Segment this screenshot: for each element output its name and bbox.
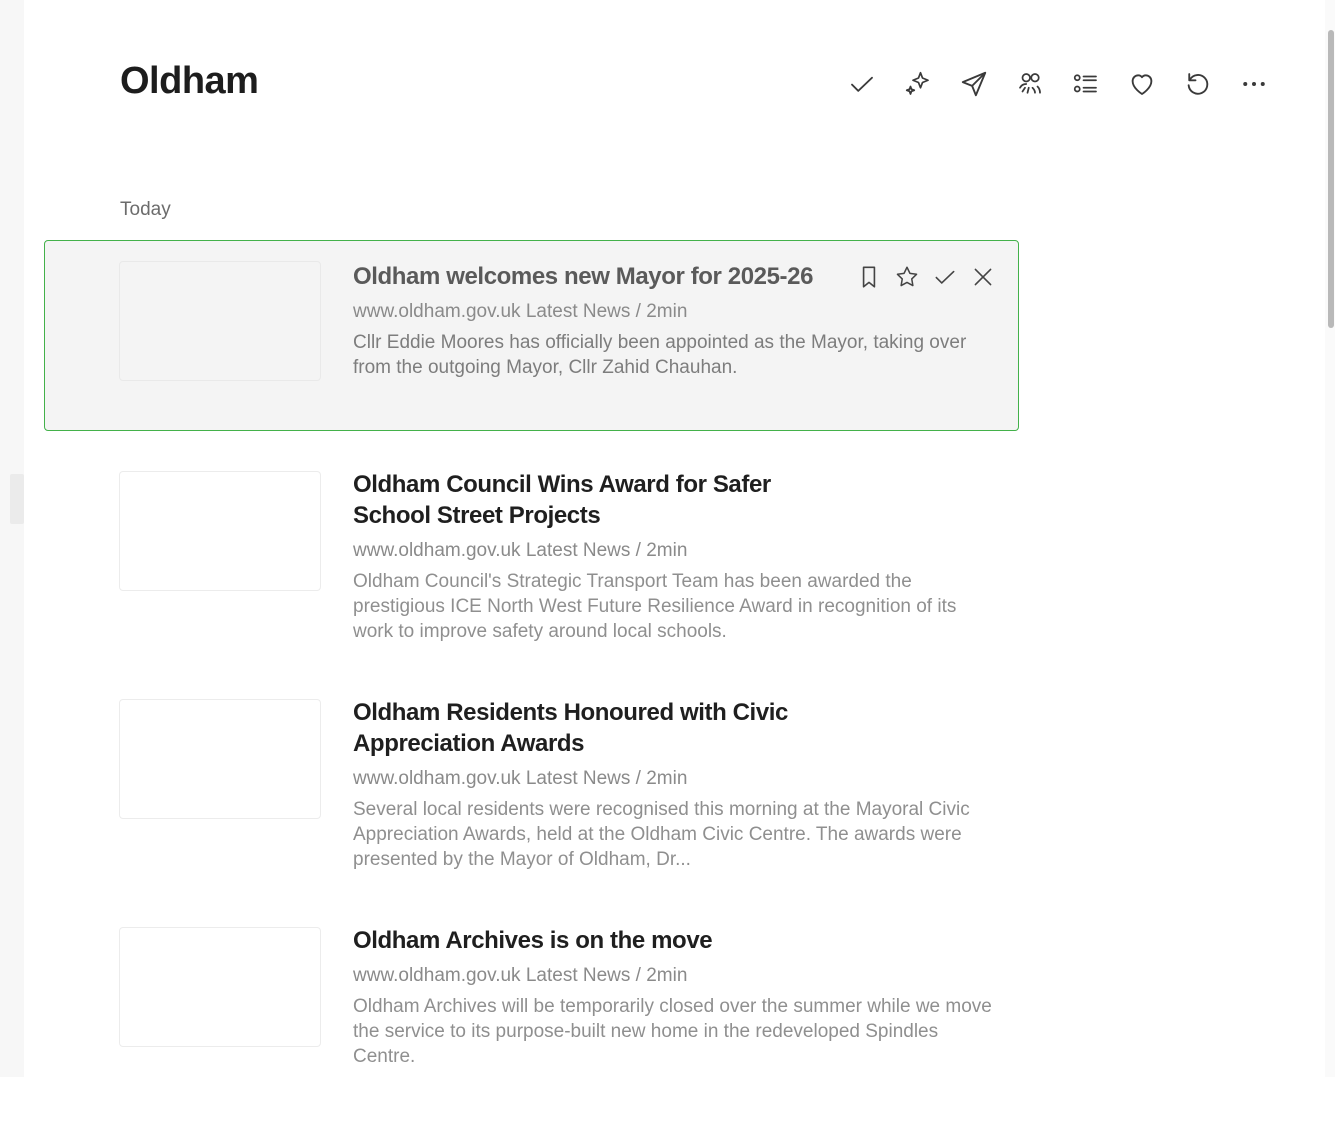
check-icon[interactable] [846, 64, 878, 104]
vertical-scrollbar[interactable] [1325, 0, 1335, 1077]
left-rail [0, 0, 24, 1077]
send-icon[interactable] [958, 64, 990, 104]
article-thumbnail [119, 471, 321, 591]
article-actions [853, 261, 999, 293]
article-meta: www.oldham.gov.uk Latest News / 2min [353, 540, 688, 561]
sidebar-resize-handle[interactable] [10, 474, 24, 524]
article-content: Oldham Council Wins Award for Safer Scho… [353, 469, 1003, 644]
close-icon[interactable] [967, 261, 999, 293]
article-thumbnail [119, 927, 321, 1047]
refresh-icon[interactable] [1182, 64, 1214, 104]
article-title[interactable]: Oldham Council Wins Award for Safer Scho… [353, 469, 823, 531]
article-title[interactable]: Oldham Residents Honoured with Civic App… [353, 697, 823, 759]
article-title[interactable]: Oldham welcomes new Mayor for 2025-26 [353, 261, 823, 292]
more-icon[interactable] [1238, 64, 1270, 104]
people-icon[interactable] [1014, 64, 1046, 104]
article-summary: Oldham Council's Strategic Transport Tea… [353, 571, 957, 642]
article-meta: www.oldham.gov.uk Latest News / 2min [353, 301, 688, 322]
article-meta: www.oldham.gov.uk Latest News / 2min [353, 768, 688, 789]
article-meta: www.oldham.gov.uk Latest News / 2min [353, 965, 688, 986]
article-thumbnail [119, 699, 321, 819]
feed-toolbar [846, 64, 1270, 104]
article-content: Oldham Residents Honoured with Civic App… [353, 697, 1003, 872]
article-content: Oldham Archives is on the move www.oldha… [353, 925, 1003, 1069]
article-summary: Cllr Eddie Moores has officially been ap… [353, 332, 967, 378]
article-thumbnail [119, 261, 321, 381]
section-label-today: Today [120, 199, 171, 220]
article-title[interactable]: Oldham Archives is on the move [353, 925, 823, 956]
article-summary: Several local residents were recognised … [353, 799, 970, 870]
bookmark-icon[interactable] [853, 261, 885, 293]
article-item[interactable]: Oldham welcomes new Mayor for 2025-26 ww… [44, 240, 1019, 431]
mark-read-icon[interactable] [929, 261, 961, 293]
heart-icon[interactable] [1126, 64, 1158, 104]
article-list: Oldham welcomes new Mayor for 2025-26 ww… [44, 240, 1019, 1133]
page-title: Oldham [120, 60, 259, 102]
star-icon[interactable] [891, 261, 923, 293]
article-item[interactable]: Oldham Archives is on the move www.oldha… [44, 905, 1019, 1133]
sparkle-icon[interactable] [902, 64, 934, 104]
article-item[interactable]: Oldham Residents Honoured with Civic App… [44, 677, 1019, 905]
article-item[interactable]: Oldham Council Wins Award for Safer Scho… [44, 449, 1019, 677]
list-icon[interactable] [1070, 64, 1102, 104]
scrollbar-thumb[interactable] [1328, 30, 1334, 328]
article-summary: Oldham Archives will be temporarily clos… [353, 996, 992, 1067]
